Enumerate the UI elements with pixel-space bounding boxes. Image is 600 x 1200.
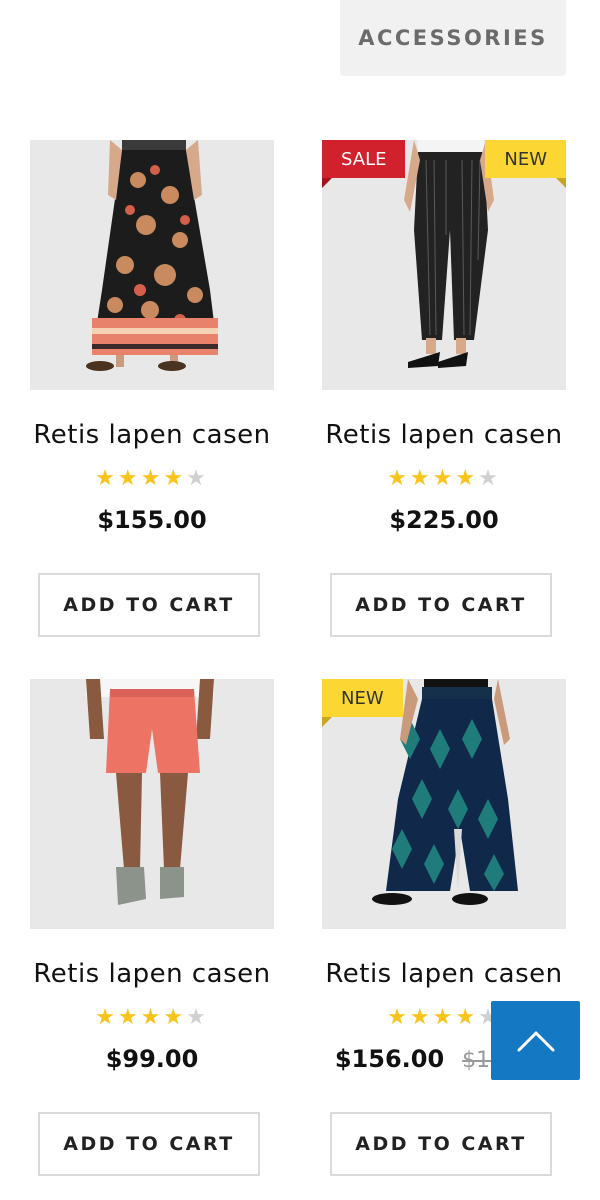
- star-icon: ★: [140, 1005, 164, 1030]
- product-card: NEW Retis lapen casen ★★★★★ $156.00 $167…: [322, 679, 566, 1176]
- sale-badge: SALE: [322, 140, 406, 188]
- star-icon: ★: [455, 1005, 479, 1030]
- star-icon: ★: [432, 466, 456, 491]
- star-icon: ★: [387, 1005, 410, 1030]
- product-title[interactable]: Retis lapen casen: [322, 420, 566, 456]
- star-icon: ★: [140, 466, 164, 491]
- add-to-cart-button[interactable]: ADD TO CART: [330, 573, 552, 637]
- product-card: Retis lapen casen ★★★★★ $155.00 ADD TO C…: [30, 140, 274, 637]
- star-icon: ★: [163, 466, 187, 491]
- rating-stars: ★★★★★: [30, 466, 274, 492]
- rating-stars: ★★★★★: [30, 1005, 274, 1031]
- product-title[interactable]: Retis lapen casen: [30, 959, 274, 995]
- product-price: $99.00: [105, 1045, 199, 1073]
- new-badge: NEW: [322, 679, 403, 727]
- product-card: Retis lapen casen ★★★★★ $99.00 ADD TO CA…: [30, 679, 274, 1176]
- product-price: $225.00: [389, 506, 499, 534]
- star-icon: ★: [163, 1005, 187, 1030]
- star-icon: ★: [409, 1005, 433, 1030]
- star-icon: ★: [387, 466, 410, 491]
- product-image-teal-maxi-skirt[interactable]: NEW: [322, 679, 566, 929]
- new-badge: NEW: [485, 140, 566, 188]
- add-to-cart-button[interactable]: ADD TO CART: [38, 573, 260, 637]
- product-price: $155.00: [97, 506, 207, 534]
- product-card: SALE NEW Retis lapen casen ★★★★★ $225.00…: [322, 140, 566, 637]
- product-title[interactable]: Retis lapen casen: [30, 420, 274, 456]
- tab-accessories[interactable]: ACCESSORIES: [340, 0, 566, 76]
- scroll-to-top-button[interactable]: [491, 1001, 580, 1080]
- star-icon: ★: [117, 466, 141, 491]
- star-icon: ★: [95, 1005, 118, 1030]
- add-to-cart-button[interactable]: ADD TO CART: [330, 1112, 552, 1176]
- star-icon: ★: [186, 466, 209, 491]
- product-image-floral-skirt[interactable]: [30, 140, 274, 390]
- product-price: $156.00: [334, 1045, 445, 1073]
- add-to-cart-button[interactable]: ADD TO CART: [38, 1112, 260, 1176]
- star-icon: ★: [409, 466, 433, 491]
- star-icon: ★: [117, 1005, 141, 1030]
- star-icon: ★: [95, 466, 118, 491]
- star-icon: ★: [455, 466, 479, 491]
- chevron-up-icon: [517, 1031, 554, 1051]
- product-image-pinstripe-pants[interactable]: SALE NEW: [322, 140, 566, 390]
- star-icon: ★: [478, 466, 501, 491]
- product-title[interactable]: Retis lapen casen: [322, 959, 566, 995]
- rating-stars: ★★★★★: [322, 466, 566, 492]
- star-icon: ★: [432, 1005, 456, 1030]
- star-icon: ★: [186, 1005, 209, 1030]
- product-image-coral-shorts[interactable]: [30, 679, 274, 929]
